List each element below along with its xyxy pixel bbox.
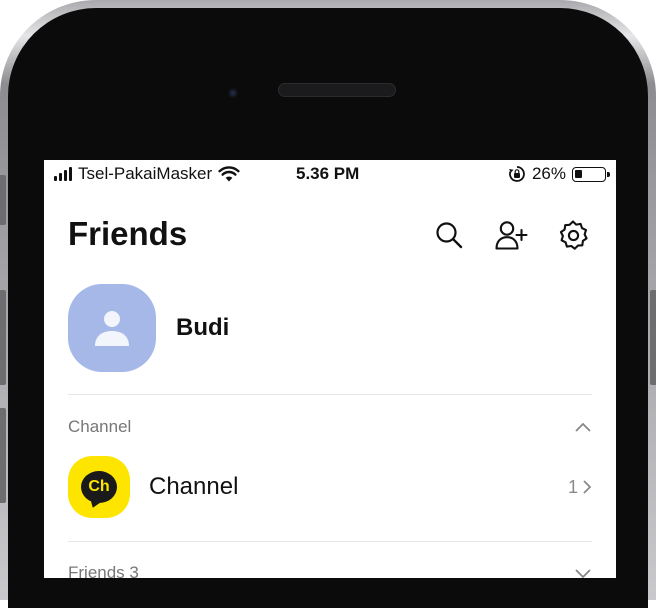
chevron-right-icon — [583, 480, 592, 494]
divider — [68, 541, 592, 542]
add-friend-button[interactable] — [494, 218, 528, 252]
chevron-down-icon[interactable] — [574, 567, 592, 578]
channel-logo-bubble: Ch — [81, 471, 117, 503]
friends-section-header[interactable]: Friends 3 — [68, 563, 592, 578]
status-left: Tsel-PakaiMasker — [54, 164, 240, 184]
channel-name: Channel — [149, 473, 239, 500]
default-avatar-icon — [95, 311, 129, 346]
carrier-name: Tsel-PakaiMasker — [78, 164, 213, 183]
volume-up-button — [0, 290, 6, 385]
front-camera — [228, 88, 238, 98]
channel-count-value: 1 — [567, 476, 578, 497]
friends-section-title: Friends 3 — [68, 563, 139, 578]
divider — [68, 394, 592, 395]
status-time: 5.36 PM — [296, 164, 360, 183]
my-profile[interactable]: Budi — [68, 284, 229, 372]
battery-level-fill — [575, 169, 582, 178]
app-screen: Tsel-PakaiMasker 5.36 PM 26% Friends Bud… — [44, 160, 616, 578]
signal-strength-icon — [54, 167, 72, 181]
chevron-up-icon[interactable] — [574, 421, 592, 433]
channel-count: 1 — [568, 477, 592, 498]
orientation-lock-icon — [508, 166, 525, 182]
wifi-icon — [218, 166, 240, 182]
battery-percent: 26% — [531, 164, 566, 183]
volume-down-button — [0, 408, 6, 503]
battery-icon — [572, 166, 610, 182]
page-title: Friends — [68, 215, 188, 252]
settings-button[interactable] — [556, 218, 590, 252]
channel-section-title: Channel — [68, 417, 132, 436]
channel-section-header[interactable]: Channel — [68, 417, 592, 437]
add-friend-icon — [495, 221, 528, 250]
power-button — [650, 290, 656, 385]
settings-icon — [559, 220, 588, 250]
status-bar: Tsel-PakaiMasker 5.36 PM 26% — [44, 160, 616, 188]
channel-list-item[interactable]: Ch Channel 1 — [68, 456, 592, 518]
search-icon — [436, 222, 463, 249]
search-button[interactable] — [432, 218, 466, 252]
earpiece-speaker — [278, 83, 396, 97]
profile-name: Budi — [176, 314, 230, 341]
status-right: 26% — [508, 164, 610, 184]
header-actions — [432, 218, 590, 252]
mute-switch — [0, 175, 6, 225]
avatar[interactable] — [68, 284, 156, 372]
channel-logo: Ch — [68, 456, 130, 518]
